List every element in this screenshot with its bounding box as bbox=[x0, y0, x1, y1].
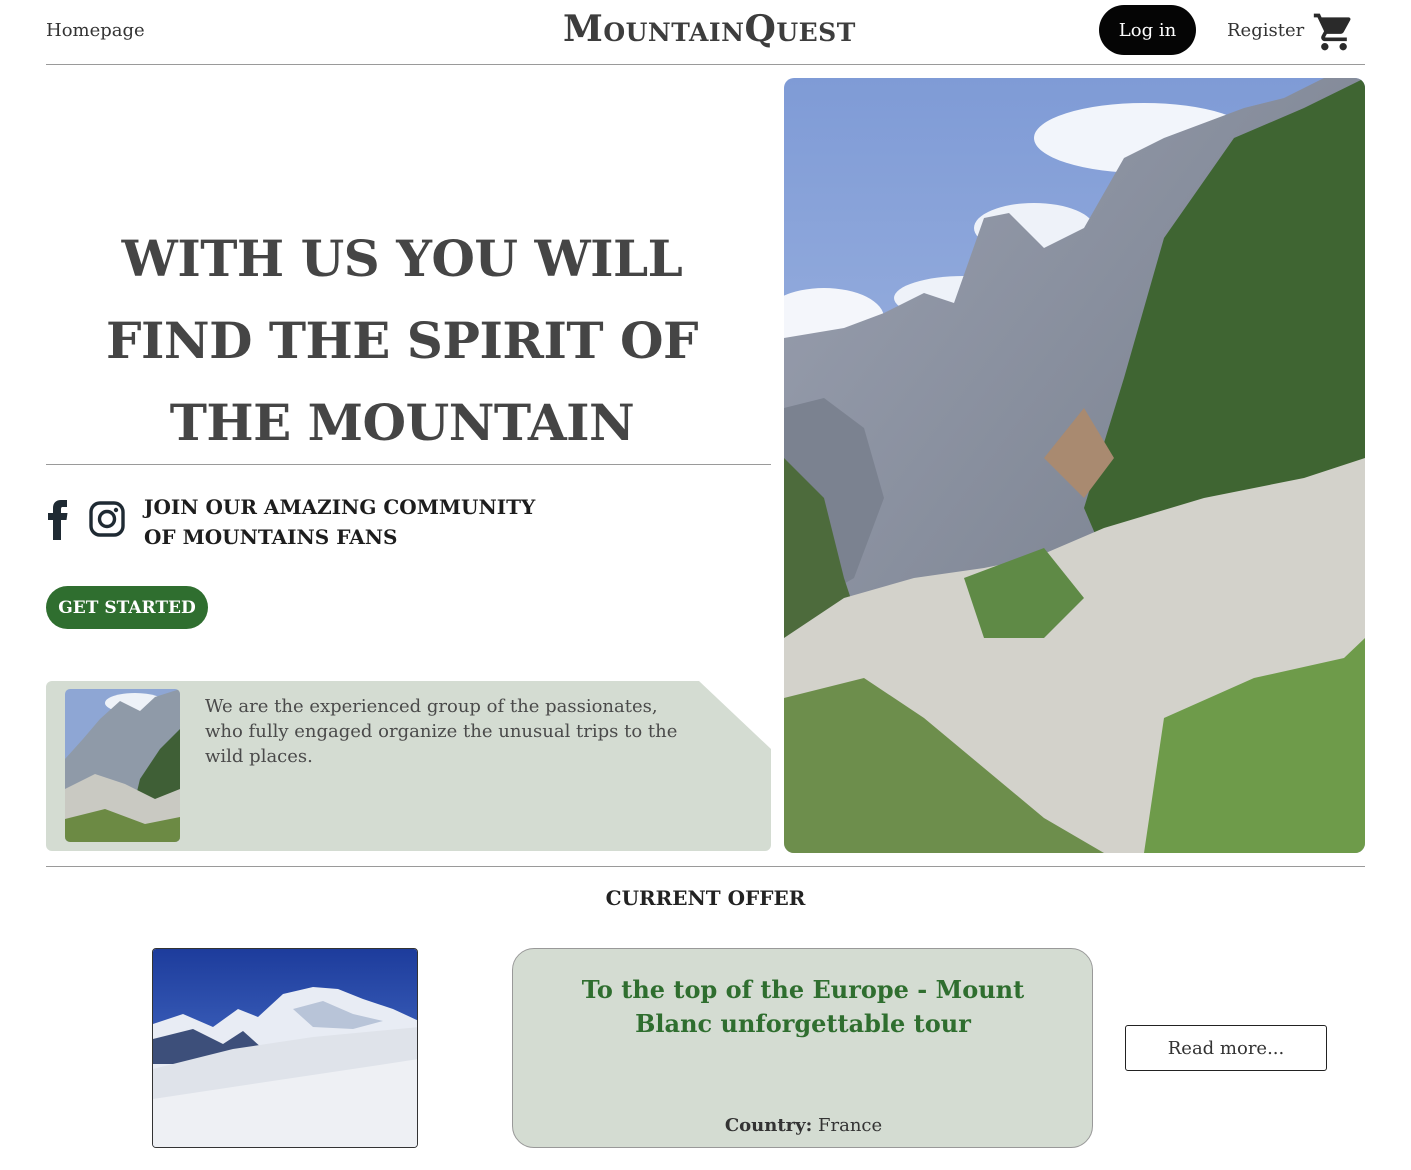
hero-mountain-image bbox=[784, 78, 1365, 853]
offer-country-label: Country: bbox=[724, 1115, 813, 1136]
shopping-cart-icon[interactable] bbox=[1312, 10, 1356, 54]
hero-title: WITH US YOU WILL FIND THE SPIRIT OF THE … bbox=[105, 229, 699, 452]
offer-heading: CURRENT OFFER bbox=[605, 886, 806, 910]
site-logo[interactable]: MountainQuest bbox=[563, 8, 856, 50]
about-text: We are the experienced group of the pass… bbox=[205, 696, 678, 767]
hero-divider bbox=[46, 464, 771, 465]
offer-divider bbox=[46, 866, 1365, 867]
community-line-1: JOIN OUR AMAZING COMMUNITY bbox=[144, 495, 536, 519]
offer-card: To the top of the Europe - Mount Blanc u… bbox=[512, 948, 1093, 1148]
community-line-2: OF MOUNTAINS FANS bbox=[144, 525, 398, 549]
login-button[interactable]: Log in bbox=[1099, 5, 1196, 55]
site-header: Homepage MountainQuest Log in Register bbox=[46, 0, 1365, 65]
about-thumbnail-image bbox=[65, 689, 180, 842]
offer-country-value: France bbox=[818, 1115, 883, 1136]
offer-country: Country: France bbox=[513, 1115, 1094, 1136]
facebook-icon[interactable] bbox=[46, 500, 70, 540]
offer-image[interactable] bbox=[152, 948, 418, 1148]
nav-homepage-link[interactable]: Homepage bbox=[46, 20, 145, 41]
register-link[interactable]: Register bbox=[1227, 20, 1304, 41]
get-started-button[interactable]: GET STARTED bbox=[46, 586, 208, 629]
instagram-icon[interactable] bbox=[88, 500, 126, 538]
community-text: JOIN OUR AMAZING COMMUNITY OF MOUNTAINS … bbox=[144, 492, 535, 552]
offer-title[interactable]: To the top of the Europe - Mount Blanc u… bbox=[553, 973, 1053, 1041]
read-more-button[interactable]: Read more... bbox=[1125, 1025, 1327, 1071]
